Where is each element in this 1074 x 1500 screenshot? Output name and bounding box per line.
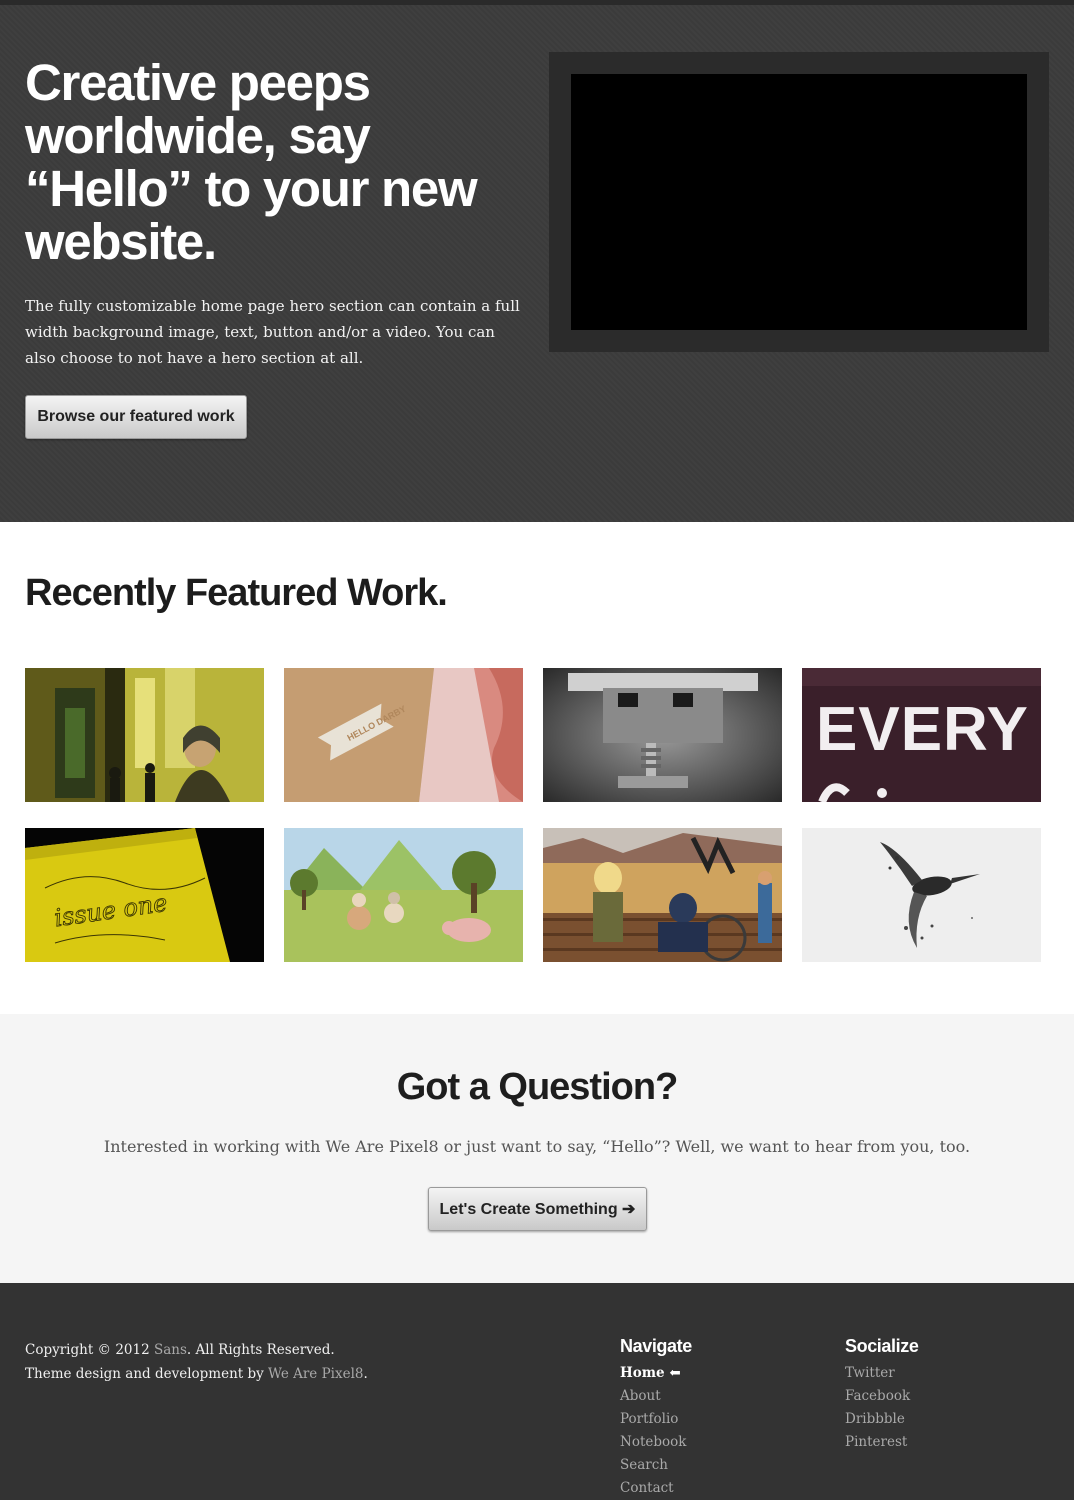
hero-video-player[interactable]	[571, 74, 1027, 330]
portfolio-thumb-farm-scene[interactable]	[284, 828, 523, 962]
social-link-facebook[interactable]: Facebook	[845, 1385, 918, 1408]
nav-link-portfolio[interactable]: Portfolio	[620, 1408, 692, 1431]
hero-video-frame	[549, 52, 1049, 352]
nav-link-about[interactable]: About	[620, 1385, 692, 1408]
copyright-line: Copyright © 2012 Sans. All Rights Reserv…	[25, 1338, 368, 1362]
social-link-twitter[interactable]: Twitter	[845, 1362, 918, 1385]
we-are-pixel8-link[interactable]: We Are Pixel8	[268, 1366, 363, 1382]
credit-prefix: Theme design and development by	[25, 1366, 269, 1382]
portfolio-thumb-street[interactable]	[25, 668, 264, 802]
portfolio-thumb-yellow-print[interactable]: issue one	[25, 828, 264, 962]
social-link-dribbble[interactable]: Dribbble	[845, 1408, 918, 1431]
footer-copyright: Copyright © 2012 Sans. All Rights Reserv…	[25, 1338, 368, 1386]
hero-description: The fully customizable home page hero se…	[25, 297, 520, 367]
browse-featured-work-button[interactable]: Browse our featured work	[25, 395, 247, 439]
social-link-pinterest[interactable]: Pinterest	[845, 1431, 918, 1454]
hero-title: Creative peeps worldwide, say “Hello” to…	[25, 54, 478, 270]
nav-link-search[interactable]: Search	[620, 1454, 692, 1477]
copyright-prefix: Copyright © 2012	[25, 1342, 154, 1358]
copyright-suffix: . All Rights Reserved.	[186, 1342, 335, 1358]
featured-work-title: Recently Featured Work.	[25, 572, 448, 614]
credit-suffix: .	[363, 1366, 368, 1382]
footer-socialize: Socialize Twitter Facebook Dribbble Pint…	[845, 1336, 919, 1454]
socialize-heading: Socialize	[845, 1336, 919, 1356]
question-text: Interested in working with We Are Pixel8…	[103, 1137, 971, 1156]
footer-navigate: Navigate Home ⬅ About Portfolio Notebook…	[620, 1336, 692, 1500]
nav-link-contact[interactable]: Contact	[620, 1477, 692, 1500]
question-title: Got a Question?	[396, 1066, 679, 1108]
lets-create-something-button[interactable]: Let's Create Something ➔	[428, 1187, 647, 1231]
portfolio-thumb-every-sign[interactable]: EVERY	[802, 668, 1041, 802]
navigate-heading: Navigate	[620, 1336, 692, 1356]
portfolio-thumb-clamp[interactable]	[543, 668, 782, 802]
portfolio-thumb-bird-illustration[interactable]	[802, 828, 1041, 962]
credit-line: Theme design and development by We Are P…	[25, 1362, 368, 1386]
every-sign-text: EVERY	[816, 695, 1029, 764]
nav-link-home[interactable]: Home ⬅	[620, 1362, 692, 1385]
portfolio-thumb-graffiti[interactable]	[543, 828, 782, 962]
nav-link-notebook[interactable]: Notebook	[620, 1431, 692, 1454]
site-name-link[interactable]: Sans	[154, 1342, 187, 1358]
portfolio-thumb-hello-card[interactable]: HELLO DARBY	[284, 668, 523, 802]
